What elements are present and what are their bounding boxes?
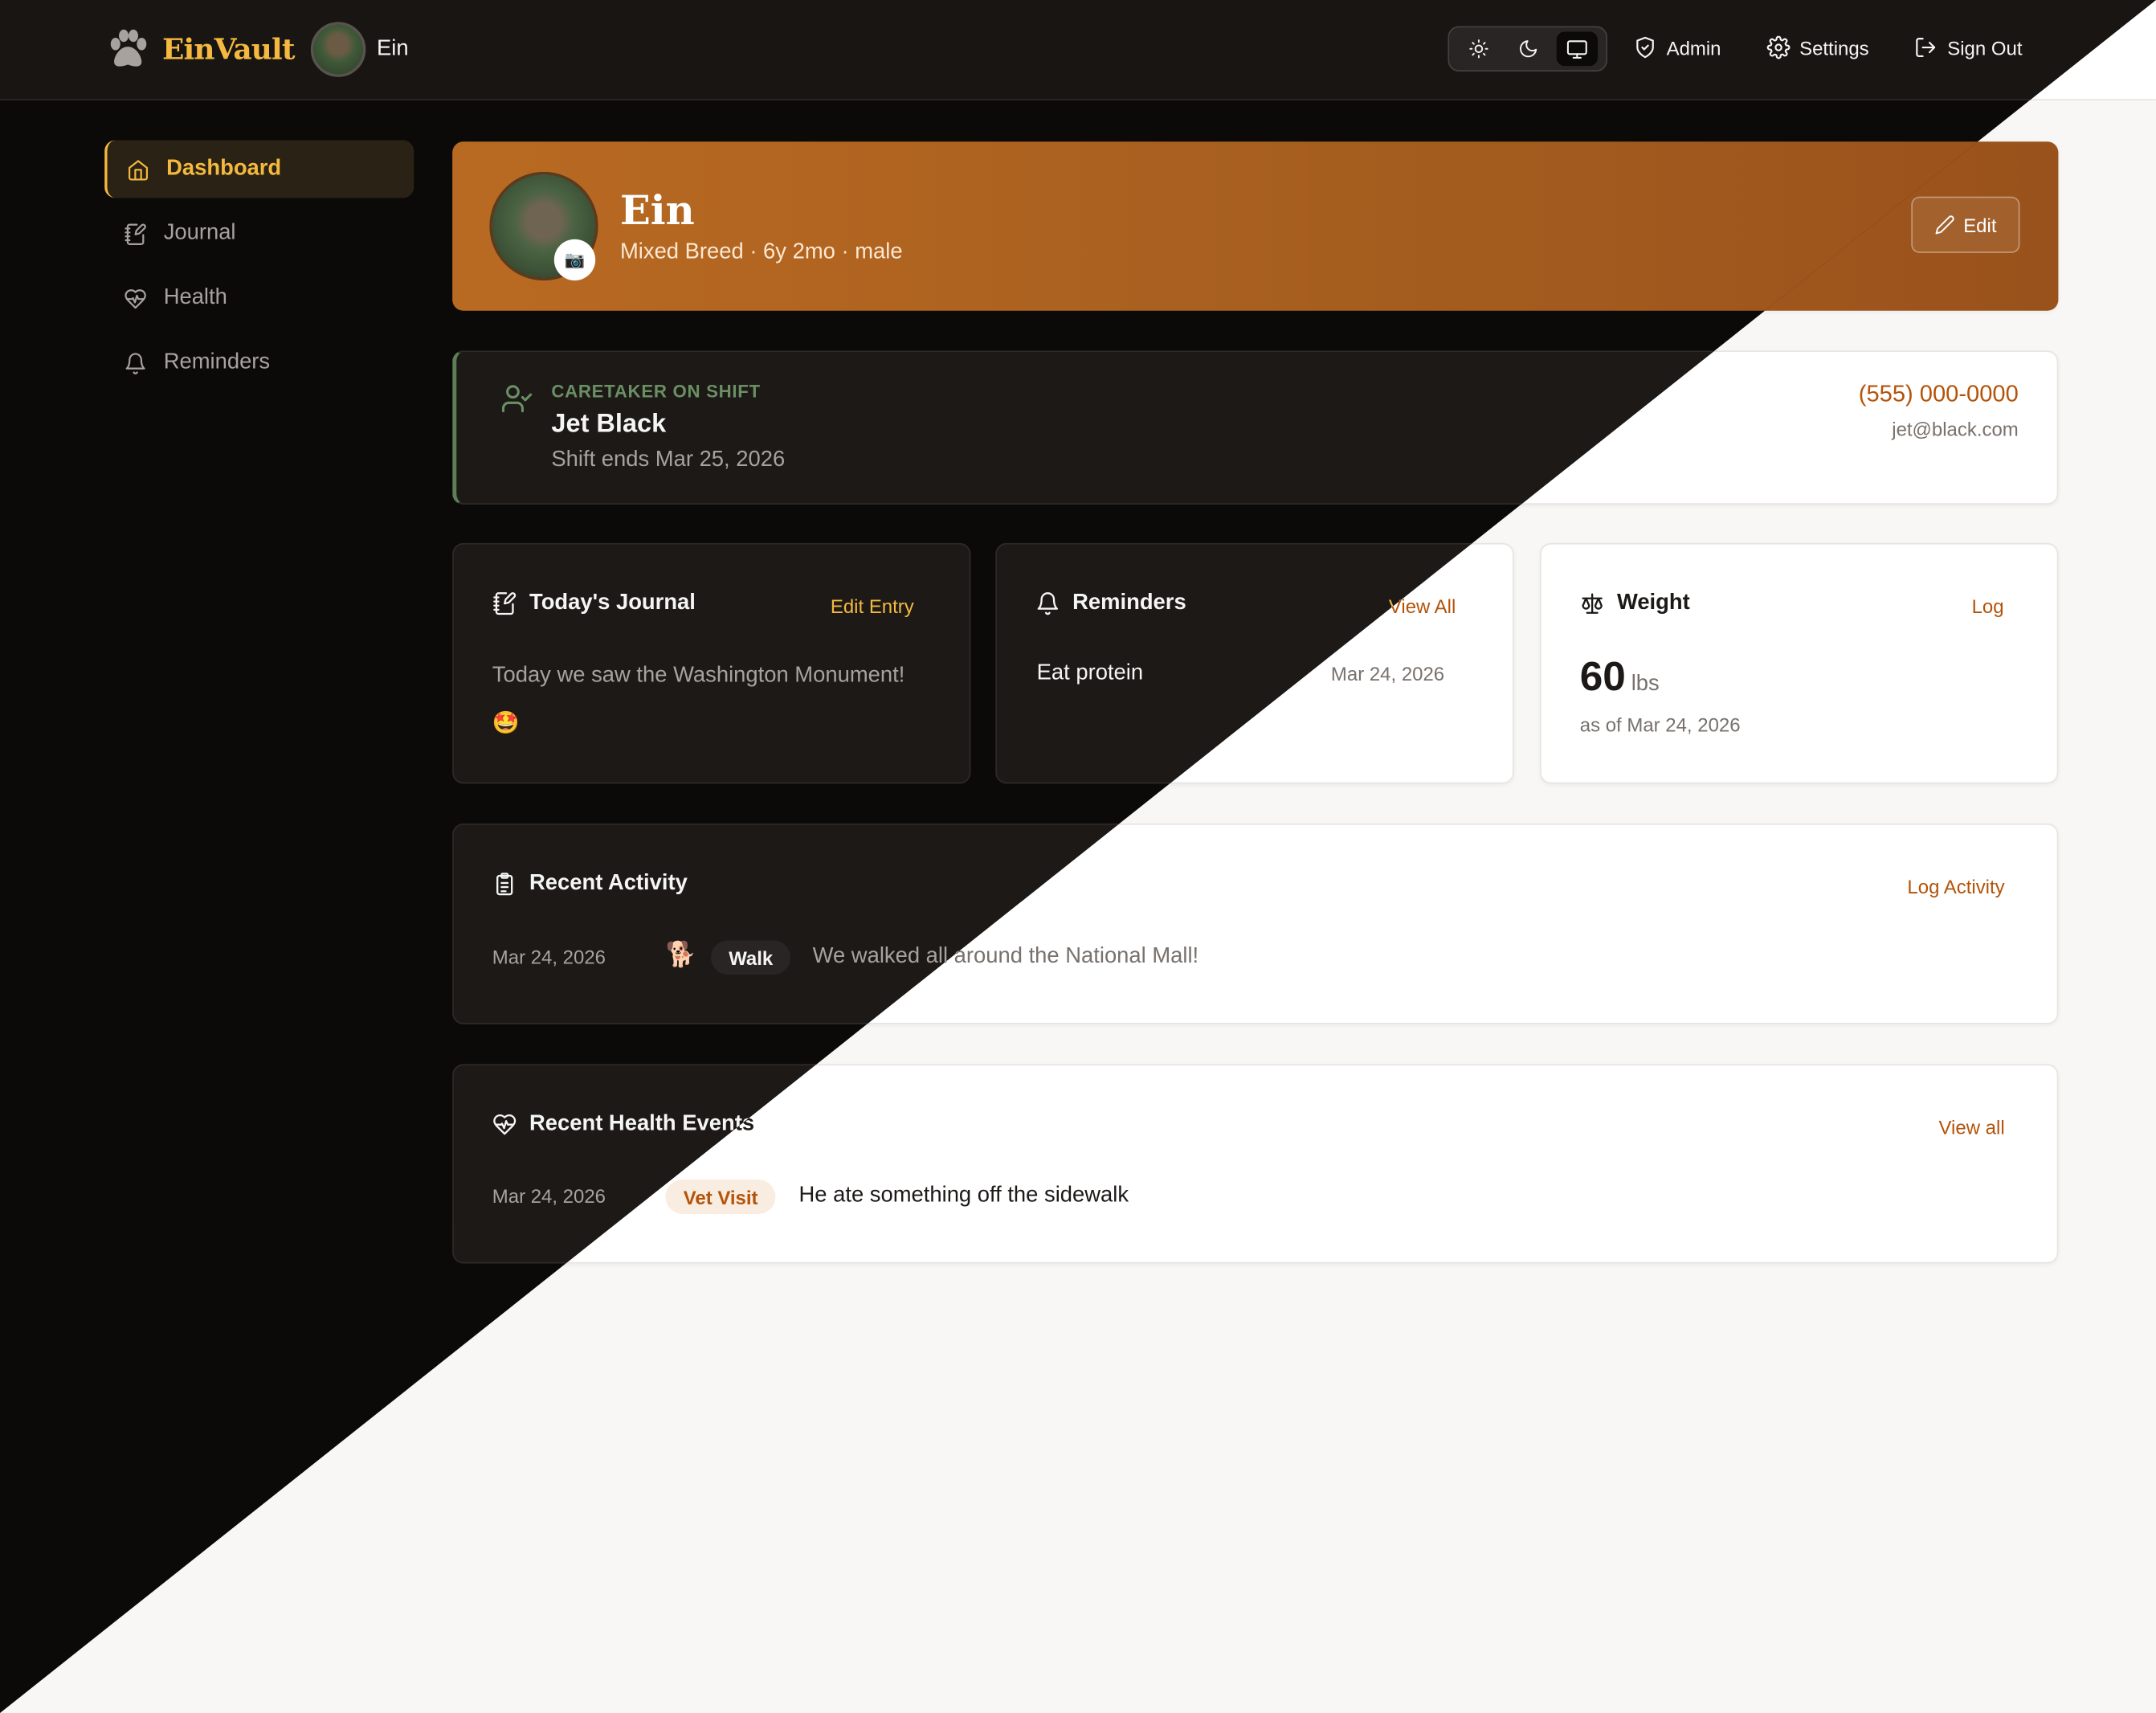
pet-switcher-name: Ein bbox=[377, 37, 409, 61]
sidebar-item-label: Reminders bbox=[163, 350, 271, 374]
weight-as-of: as of Mar 24, 2026 bbox=[1579, 713, 1741, 736]
settings-link[interactable]: Settings bbox=[1766, 35, 1869, 59]
bell-icon bbox=[1037, 592, 1059, 615]
admin-link[interactable]: Admin bbox=[1633, 35, 1721, 59]
home-icon bbox=[129, 159, 149, 180]
journal-entry: Today we saw the Washington Monument! bbox=[492, 664, 905, 688]
weight-unit: lbs bbox=[1631, 672, 1660, 696]
sidebar-item-label: Journal bbox=[163, 221, 236, 245]
admin-label: Admin bbox=[1666, 36, 1721, 59]
edit-profile-button[interactable]: Edit bbox=[1911, 196, 2020, 253]
theme-light-button[interactable] bbox=[1457, 31, 1498, 66]
pencil-icon bbox=[1935, 215, 1954, 235]
sign-out-link[interactable]: Sign Out bbox=[1914, 35, 2023, 59]
shield-icon bbox=[1636, 36, 1654, 59]
sidebar-item-label: Dashboard bbox=[166, 157, 282, 181]
health-title: Recent Health Events bbox=[529, 1112, 755, 1136]
sidebar-item-journal[interactable]: Journal bbox=[104, 205, 414, 263]
split-screen-scene: EinVault Ein Admin Settings Sign Out Das… bbox=[0, 0, 2156, 1713]
caretaker-label: CARETAKER ON SHIFT bbox=[551, 380, 761, 402]
journal-title: Today's Journal bbox=[529, 591, 696, 615]
activity-title: Recent Activity bbox=[529, 871, 688, 895]
reminder-title[interactable]: Eat protein bbox=[1037, 661, 1143, 686]
reminders-card-header: Reminders bbox=[1035, 591, 1186, 616]
sidebar-item-label: Health bbox=[163, 285, 227, 309]
pet-avatar bbox=[310, 22, 366, 77]
journal-text: Today we saw the Washington Monument! 🤩 bbox=[492, 652, 946, 748]
sidebar: Dashboard Journal Health Reminders bbox=[104, 140, 414, 399]
journal-emoji: 🤩 bbox=[492, 712, 520, 736]
brand-logo[interactable]: EinVault bbox=[104, 25, 295, 72]
sun-icon bbox=[1468, 39, 1488, 59]
health-event-note: He ate something off the sidewalk bbox=[798, 1184, 1129, 1208]
weight-title: Weight bbox=[1616, 591, 1690, 615]
notebook-pen-icon bbox=[125, 223, 146, 245]
caretaker-name: Jet Black bbox=[551, 409, 667, 439]
moon-icon bbox=[1519, 40, 1537, 58]
shift-end: Shift ends Mar 25, 2026 bbox=[551, 448, 786, 472]
view-all-health-link[interactable]: View all bbox=[1938, 1116, 2004, 1138]
theme-switcher bbox=[1448, 26, 1607, 72]
sidebar-item-reminders[interactable]: Reminders bbox=[104, 334, 414, 392]
heart-pulse-icon bbox=[125, 288, 146, 309]
gear-icon bbox=[1766, 35, 1790, 59]
camera-icon[interactable]: 📷 bbox=[553, 239, 596, 281]
health-event-badge: Vet Visit bbox=[665, 1179, 776, 1214]
weight-card-header: Weight bbox=[1580, 591, 1690, 616]
log-activity-link[interactable]: Log Activity bbox=[1907, 876, 2004, 897]
weight-value: 60lbs bbox=[1580, 654, 1660, 701]
reminder-date: Mar 24, 2026 bbox=[1330, 662, 1445, 685]
dog-icon: 🐕 bbox=[665, 940, 696, 968]
pet-name: Ein bbox=[619, 186, 695, 234]
paw-icon bbox=[110, 29, 147, 67]
caretaker-email[interactable]: jet@black.com bbox=[1892, 418, 2019, 439]
activity-header: Recent Activity bbox=[492, 872, 688, 897]
heart-pulse-icon bbox=[493, 1114, 517, 1135]
sidebar-item-dashboard[interactable]: Dashboard bbox=[104, 140, 414, 198]
caretaker-phone[interactable]: (555) 000-0000 bbox=[1859, 381, 2019, 408]
notebook-pen-icon bbox=[493, 592, 517, 615]
reminders-title: Reminders bbox=[1072, 591, 1186, 615]
weight-card: Weight Log 60lbs as of Mar 24, 2026 bbox=[1540, 542, 2059, 784]
log-out-icon bbox=[1916, 38, 1936, 58]
health-event-date: Mar 24, 2026 bbox=[492, 1184, 606, 1208]
scale-icon bbox=[1582, 593, 1603, 614]
log-weight-link[interactable]: Log bbox=[1972, 595, 2004, 617]
settings-label: Settings bbox=[1799, 36, 1869, 59]
sidebar-item-health[interactable]: Health bbox=[104, 269, 414, 327]
edit-entry-link[interactable]: Edit Entry bbox=[831, 595, 914, 617]
weight-number: 60 bbox=[1579, 654, 1626, 700]
monitor-icon bbox=[1566, 39, 1587, 59]
nav-actions: Admin Settings Sign Out bbox=[1633, 35, 2023, 59]
activity-date: Mar 24, 2026 bbox=[492, 946, 606, 968]
clipboard-icon bbox=[496, 873, 513, 896]
journal-card-header: Today's Journal bbox=[492, 591, 696, 616]
activity-type-badge: Walk bbox=[710, 940, 791, 975]
top-navbar: EinVault Ein Admin Settings Sign Out bbox=[0, 0, 2156, 100]
theme-dark-button[interactable] bbox=[1507, 31, 1548, 66]
edit-label: Edit bbox=[1963, 214, 1997, 236]
bell-icon bbox=[125, 352, 145, 374]
theme-system-button[interactable] bbox=[1556, 31, 1598, 67]
pet-details: Mixed Breed · 6y 2mo · male bbox=[619, 240, 903, 264]
journal-card: Today's Journal Edit Entry Today we saw … bbox=[452, 542, 971, 784]
sign-out-label: Sign Out bbox=[1947, 36, 2023, 59]
user-check-icon bbox=[501, 385, 533, 413]
brand-name: EinVault bbox=[161, 31, 295, 66]
health-header: Recent Health Events bbox=[492, 1112, 754, 1137]
pet-switcher[interactable]: Ein bbox=[310, 22, 409, 77]
